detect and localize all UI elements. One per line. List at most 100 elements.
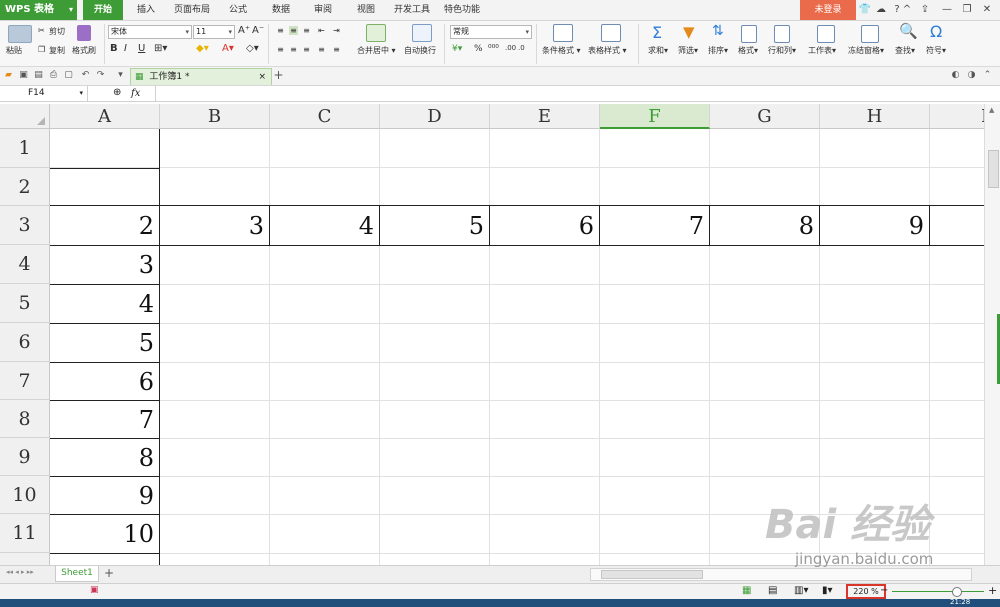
open-folder-icon[interactable]: ▰ (3, 70, 14, 81)
add-sheet-icon[interactable]: + (104, 566, 114, 580)
shrink-font-icon[interactable]: A⁻ (252, 25, 264, 36)
save-icon[interactable]: ▣ (18, 70, 29, 81)
clear-format-icon[interactable]: ◇▾ (246, 43, 259, 54)
tab-special[interactable]: 特色功能 (440, 0, 484, 20)
rows-cols-icon[interactable] (774, 25, 790, 43)
save-as-icon[interactable]: ▤ (33, 70, 44, 81)
zoom-slider-knob[interactable] (952, 587, 962, 597)
app-menu-button[interactable]: WPS 表格 ▾ (0, 0, 77, 20)
row-header-3[interactable]: 3 (0, 206, 50, 245)
row-header-6[interactable]: 6 (0, 323, 50, 362)
row-header-8[interactable]: 8 (0, 400, 50, 438)
formula-input[interactable] (155, 86, 1000, 101)
scrollbar-thumb[interactable] (988, 150, 999, 188)
indent-left-icon[interactable]: ⇤ (317, 26, 326, 35)
print-icon[interactable]: ⎙ (48, 70, 59, 81)
customize-icon[interactable]: ▾ (115, 70, 126, 81)
copy-button[interactable]: 复制 (49, 45, 65, 56)
wrap-text-button[interactable]: 自动换行 (404, 45, 436, 56)
grow-font-icon[interactable]: A⁺ (238, 25, 250, 36)
bold-icon[interactable]: B (110, 43, 118, 54)
upload-icon[interactable]: ⇪ (918, 3, 932, 17)
row-header-7[interactable]: 7 (0, 362, 50, 400)
cell-e3[interactable]: 6 (490, 206, 599, 245)
worksheet-icon[interactable] (817, 25, 835, 43)
name-box[interactable]: F14 ▾ (0, 86, 88, 101)
cell-b3[interactable]: 3 (160, 206, 269, 245)
wrap-text-icon[interactable] (412, 24, 432, 42)
worksheet-button[interactable]: 工作表▾ (808, 45, 836, 56)
macro-record-icon[interactable]: ▣ (90, 585, 99, 595)
distribute-icon[interactable]: ≡ (332, 45, 341, 54)
tab-formulas[interactable]: 公式 (222, 0, 254, 20)
rows-cols-button[interactable]: 行和列▾ (768, 45, 796, 56)
sort-button[interactable]: 排序▾ (708, 45, 728, 56)
percent-button[interactable]: % (474, 44, 483, 54)
format-painter-button[interactable]: 格式刷 (72, 45, 96, 56)
column-header-g[interactable]: G (710, 104, 820, 129)
cell-a9[interactable]: 8 (50, 438, 159, 476)
horizontal-scrollbar-thumb[interactable] (601, 570, 703, 579)
new-tab-icon[interactable]: + (273, 69, 284, 81)
column-header-d[interactable]: D (380, 104, 490, 129)
cell-a7[interactable]: 6 (50, 362, 159, 400)
increase-decimal-icon[interactable]: .00 (505, 44, 516, 52)
insert-function-button[interactable]: fx (131, 86, 140, 101)
sum-button[interactable]: 求和▾ (648, 45, 668, 56)
cell-d3[interactable]: 5 (380, 206, 489, 245)
brush-icon[interactable] (77, 25, 91, 41)
border-icon[interactable]: ⊞▾ (154, 43, 167, 54)
tab-page-layout[interactable]: 页面布局 (170, 0, 214, 20)
align-left-icon[interactable]: ≡ (276, 45, 285, 54)
select-all-corner[interactable] (0, 104, 50, 129)
ribbon-display-icon[interactable]: ◑ (966, 70, 977, 81)
currency-icon[interactable]: ¥▾ (452, 44, 462, 54)
tab-developer[interactable]: 开发工具 (390, 0, 434, 20)
indent-right-icon[interactable]: ⇥ (332, 26, 341, 35)
sheet-nav-icon[interactable]: ◂◂ ◂ ▸ ▸▸ (6, 568, 34, 576)
align-right-icon[interactable]: ≡ (302, 45, 311, 54)
paste-button[interactable]: 粘贴 (6, 45, 22, 56)
cell-a8[interactable]: 7 (50, 400, 159, 438)
font-size-select[interactable]: 11 ▾ (193, 25, 235, 39)
table-style-icon[interactable] (601, 24, 621, 42)
conditional-format-icon[interactable] (553, 24, 573, 42)
font-color-icon[interactable]: A▾ (222, 43, 234, 54)
cell-a6[interactable]: 5 (50, 323, 159, 362)
zoom-formula-icon[interactable]: ⊕ (113, 87, 121, 98)
fill-color-icon[interactable]: ◆▾ (196, 43, 209, 54)
paste-icon[interactable] (8, 25, 32, 43)
column-header-e[interactable]: E (490, 104, 600, 129)
collapse-icon[interactable]: ^ (900, 3, 914, 17)
conditional-format-button[interactable]: 条件格式 ▾ (542, 45, 581, 56)
column-header-c[interactable]: C (270, 104, 380, 129)
format-icon[interactable] (741, 25, 757, 43)
document-tab[interactable]: ▦ 工作簿1 * × (130, 68, 272, 85)
justify-icon[interactable]: ≡ (317, 45, 326, 54)
column-header-f[interactable]: F (600, 104, 710, 129)
cell-a4[interactable]: 3 (50, 245, 159, 284)
filter-icon[interactable]: ▼ (683, 23, 695, 41)
row-header-4[interactable]: 4 (0, 245, 50, 284)
close-tab-icon[interactable]: × (258, 69, 266, 85)
column-header-h[interactable]: H (820, 104, 930, 129)
underline-icon[interactable]: U (138, 43, 145, 54)
row-header-9[interactable]: 9 (0, 438, 50, 476)
row-header-1[interactable]: 1 (0, 129, 50, 168)
sheet-tab-sheet1[interactable]: Sheet1 (55, 566, 99, 582)
magnifier-icon[interactable]: 🔍 (899, 22, 918, 40)
close-icon[interactable]: ✕ (980, 3, 994, 17)
minimize-icon[interactable]: — (940, 3, 954, 17)
cell-a10[interactable]: 9 (50, 476, 159, 514)
sort-icon[interactable]: ⇅ (712, 23, 724, 39)
format-button[interactable]: 格式▾ (738, 45, 758, 56)
row-header-2[interactable]: 2 (0, 168, 50, 206)
cell-a11[interactable]: 10 (50, 514, 159, 553)
table-style-button[interactable]: 表格样式 ▾ (588, 45, 627, 56)
find-button[interactable]: 查找▾ (895, 45, 915, 56)
freeze-panes-icon[interactable] (861, 25, 879, 43)
tab-insert[interactable]: 插入 (130, 0, 162, 20)
thousands-icon[interactable]: ⁰⁰⁰ (488, 44, 499, 54)
ribbon-option-icon[interactable]: ◐ (950, 70, 961, 81)
font-name-select[interactable]: 宋体 ▾ (108, 25, 192, 39)
